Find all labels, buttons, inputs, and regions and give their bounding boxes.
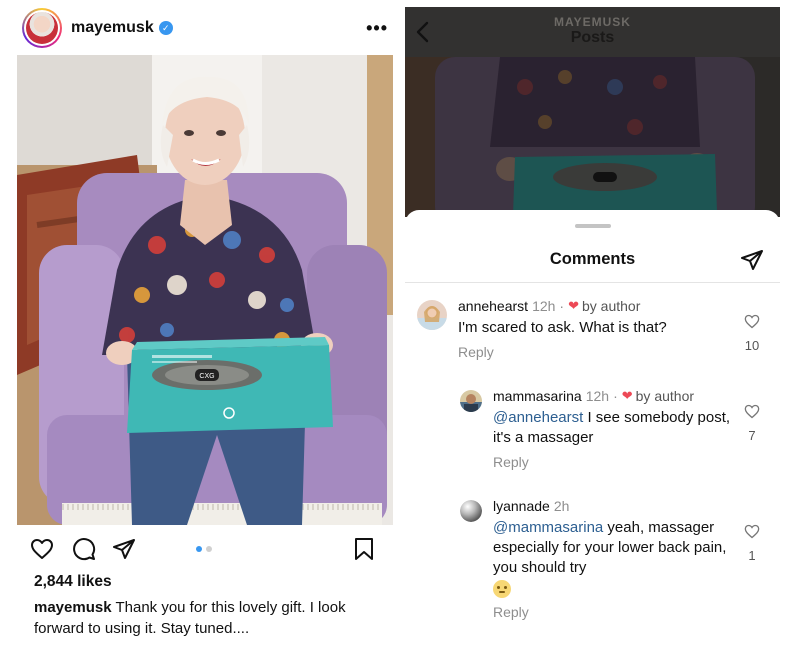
share-send-icon[interactable] <box>740 248 764 277</box>
instagram-post: mayemusk ✓ ••• CXG 2,844 likes mayemusk … <box>0 0 400 657</box>
bookmark-save-icon[interactable] <box>353 537 375 566</box>
worried-face-emoji-icon <box>493 580 511 599</box>
commenter-avatar[interactable] <box>460 390 482 412</box>
comment-bubble-icon[interactable] <box>72 537 96 566</box>
reply-button[interactable]: Reply <box>493 454 733 470</box>
post-username[interactable]: mayemusk <box>71 19 154 37</box>
comment-reply-item: lyannade 2h @mammasarina yeah, massager … <box>460 498 772 628</box>
comment-mention-link[interactable]: @annehearst <box>493 409 583 426</box>
more-options-icon[interactable]: ••• <box>366 18 392 39</box>
nav-account-name: MAYEMUSK <box>554 15 631 29</box>
comments-sheet: Comments annehearst 12h · ❤ by author I'… <box>405 210 780 657</box>
product-logo-text: CXG <box>199 373 214 380</box>
liked-by-author-label: by author <box>635 388 695 404</box>
comment-username[interactable]: lyannade <box>493 498 550 514</box>
liked-by-author-label: by author <box>582 298 641 314</box>
post-photo[interactable]: CXG <box>17 55 393 525</box>
dimmed-post-background: MAYEMUSK Posts <box>405 7 780 217</box>
comments-sheet-title: Comments <box>549 250 636 268</box>
comment-like-heart-icon[interactable] <box>744 524 760 543</box>
comment-item: annehearst 12h · ❤ by author I'm scared … <box>417 298 772 378</box>
comments-view: MAYEMUSK Posts Comments annehearst 12h ·… <box>405 0 780 657</box>
commenter-avatar[interactable] <box>460 500 482 522</box>
post-header: mayemusk ✓ ••• <box>22 8 392 48</box>
comment-like-count: 1 <box>748 548 756 563</box>
comment-time: 12h <box>532 298 556 314</box>
comment-text: I'm scared to ask. What is that? <box>458 319 667 336</box>
reply-button[interactable]: Reply <box>493 604 733 620</box>
share-send-icon[interactable] <box>112 537 136 566</box>
post-action-bar <box>30 537 380 563</box>
comment-like-count: 7 <box>748 428 756 443</box>
liked-by-author-heart-icon: ❤ <box>568 298 579 313</box>
comment-like-heart-icon[interactable] <box>744 404 760 423</box>
post-caption: mayemusk Thank you for this lovely gift.… <box>34 597 379 639</box>
carousel-indicator <box>196 546 212 552</box>
carousel-dot <box>206 546 212 552</box>
verified-badge-icon: ✓ <box>158 21 173 35</box>
comment-username[interactable]: mammasarina <box>493 388 582 404</box>
likes-count[interactable]: 2,844 likes <box>34 573 112 591</box>
commenter-avatar[interactable] <box>417 300 447 330</box>
profile-avatar[interactable] <box>22 8 62 48</box>
sheet-drag-handle[interactable] <box>575 224 611 228</box>
comment-username[interactable]: annehearst <box>458 298 528 314</box>
comment-time: 2h <box>553 498 570 514</box>
comment-like-count: 10 <box>744 338 760 353</box>
comment-reply-item: mammasarina 12h · ❤ by author @annehears… <box>460 388 772 478</box>
sheet-divider <box>405 282 780 283</box>
like-heart-icon[interactable] <box>30 537 54 566</box>
comment-like-heart-icon[interactable] <box>744 314 760 333</box>
nav-page-title: Posts <box>570 29 615 46</box>
comment-mention-link[interactable]: @mammasarina <box>493 519 603 536</box>
comment-time: 12h <box>585 388 610 404</box>
reply-button[interactable]: Reply <box>458 344 728 360</box>
carousel-dot-active <box>196 546 202 552</box>
comment-text: @mammasarina yeah, massager especially f… <box>493 518 733 599</box>
caption-username[interactable]: mayemusk <box>34 599 112 616</box>
comment-text: @annehearst I see somebody post, it's a … <box>493 409 731 446</box>
navigation-bar: MAYEMUSK Posts <box>405 7 780 57</box>
liked-by-author-heart-icon: ❤ <box>621 388 633 403</box>
